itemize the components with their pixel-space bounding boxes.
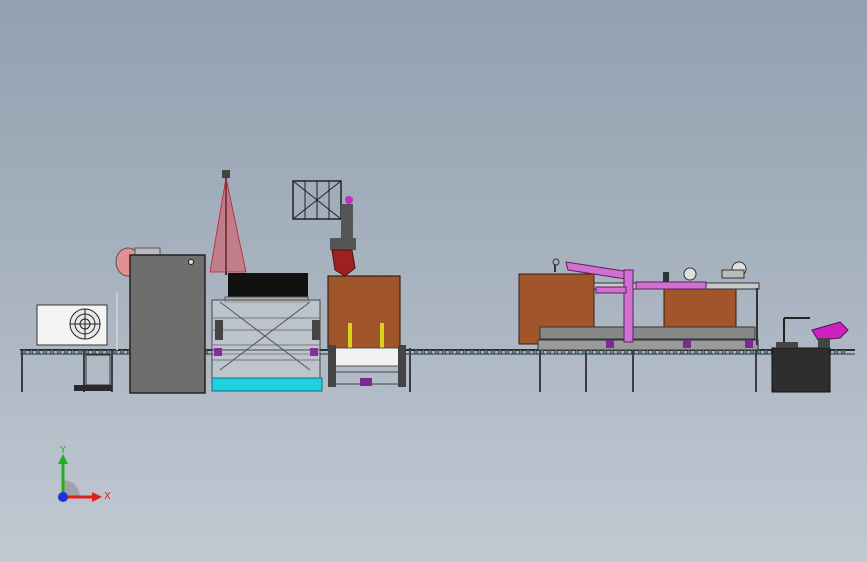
roller [833, 349, 839, 355]
roller [70, 349, 76, 355]
roller [441, 349, 447, 355]
roller [35, 349, 41, 355]
roller [623, 349, 629, 355]
industrial-robot [292, 180, 356, 277]
roller [91, 349, 97, 355]
scissor-lift-station [211, 299, 323, 392]
roller [119, 349, 125, 355]
roller [84, 349, 90, 355]
roller [420, 349, 426, 355]
roller [588, 349, 594, 355]
roller [637, 349, 643, 355]
roller [679, 349, 685, 355]
y-axis-label: Y [59, 445, 67, 456]
coordinate-triad: Y X [58, 445, 111, 502]
roller [98, 349, 104, 355]
dark-display-panel [224, 273, 309, 303]
z-axis-dot [58, 492, 68, 502]
roller [42, 349, 48, 355]
roller [63, 349, 69, 355]
roller [427, 349, 433, 355]
roller [504, 349, 510, 355]
roller [448, 349, 454, 355]
roller [672, 349, 678, 355]
roller [665, 349, 671, 355]
roller [490, 349, 496, 355]
roller [686, 349, 692, 355]
roller [518, 349, 524, 355]
carton-station [327, 275, 411, 392]
roller [497, 349, 503, 355]
roller [532, 349, 538, 355]
roller [609, 349, 615, 355]
roller [644, 349, 650, 355]
roller [602, 349, 608, 355]
roller [707, 349, 713, 355]
roller [735, 349, 741, 355]
roller [714, 349, 720, 355]
roller [658, 349, 664, 355]
roller [105, 349, 111, 355]
laser-scanner [209, 170, 247, 275]
roller [749, 349, 755, 355]
roller [483, 349, 489, 355]
roller [525, 349, 531, 355]
roller [56, 349, 62, 355]
condenser-unit [36, 304, 112, 391]
roller [721, 349, 727, 355]
roller [469, 349, 475, 355]
packing-table [518, 273, 760, 392]
control-cabinet [115, 247, 206, 394]
roller [651, 349, 657, 355]
roller [742, 349, 748, 355]
roller [567, 349, 573, 355]
roller [28, 349, 34, 355]
roller [693, 349, 699, 355]
roller [595, 349, 601, 355]
roller [434, 349, 440, 355]
roller [553, 349, 559, 355]
roller [462, 349, 468, 355]
roller [560, 349, 566, 355]
x-axis-label: X [104, 491, 111, 502]
roller [413, 349, 419, 355]
roller [574, 349, 580, 355]
roller [511, 349, 517, 355]
roller [728, 349, 734, 355]
roller [546, 349, 552, 355]
roller [49, 349, 55, 355]
roller [700, 349, 706, 355]
roller [840, 349, 846, 355]
roller [77, 349, 83, 355]
roller [455, 349, 461, 355]
roller [616, 349, 622, 355]
roller [756, 349, 762, 355]
end-station [771, 317, 849, 393]
roller [476, 349, 482, 355]
roller [112, 349, 118, 355]
roller [763, 349, 769, 355]
assembly-drawing: Y X [20, 170, 855, 502]
cad-viewport[interactable]: Y X [0, 0, 867, 562]
